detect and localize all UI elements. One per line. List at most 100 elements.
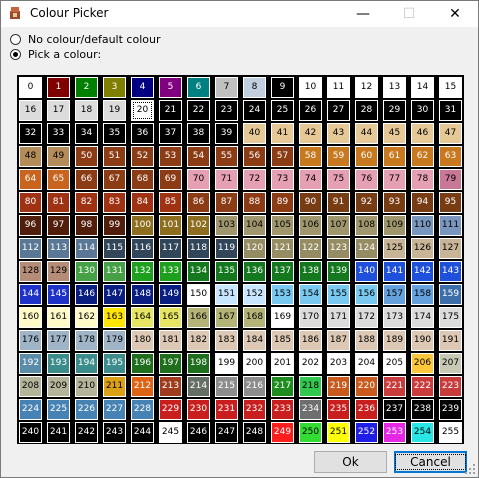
colour-swatch-83[interactable]: 83 [103, 192, 126, 213]
colour-swatch-1[interactable]: 1 [47, 77, 70, 98]
colour-swatch-8[interactable]: 8 [243, 77, 266, 98]
colour-swatch-89[interactable]: 89 [271, 192, 294, 213]
colour-swatch-92[interactable]: 92 [355, 192, 378, 213]
colour-swatch-81[interactable]: 81 [47, 192, 70, 213]
colour-swatch-141[interactable]: 141 [383, 261, 406, 282]
colour-swatch-238[interactable]: 238 [411, 399, 434, 420]
colour-swatch-80[interactable]: 80 [19, 192, 42, 213]
colour-swatch-218[interactable]: 218 [299, 376, 322, 397]
colour-swatch-36[interactable]: 36 [131, 123, 154, 144]
colour-swatch-49[interactable]: 49 [47, 146, 70, 167]
colour-swatch-75[interactable]: 75 [327, 169, 350, 190]
colour-swatch-45[interactable]: 45 [383, 123, 406, 144]
colour-swatch-50[interactable]: 50 [75, 146, 98, 167]
colour-swatch-148[interactable]: 148 [131, 284, 154, 305]
colour-swatch-239[interactable]: 239 [439, 399, 462, 420]
colour-swatch-35[interactable]: 35 [103, 123, 126, 144]
colour-swatch-154[interactable]: 154 [299, 284, 322, 305]
ok-button[interactable]: Ok [314, 451, 387, 473]
colour-swatch-84[interactable]: 84 [131, 192, 154, 213]
colour-swatch-200[interactable]: 200 [243, 353, 266, 374]
colour-swatch-48[interactable]: 48 [19, 146, 42, 167]
colour-swatch-34[interactable]: 34 [75, 123, 98, 144]
colour-swatch-101[interactable]: 101 [159, 215, 182, 236]
colour-swatch-44[interactable]: 44 [355, 123, 378, 144]
colour-swatch-136[interactable]: 136 [243, 261, 266, 282]
no-colour-radio[interactable] [10, 33, 21, 45]
colour-swatch-213[interactable]: 213 [159, 376, 182, 397]
colour-swatch-217[interactable]: 217 [271, 376, 294, 397]
colour-swatch-162[interactable]: 162 [75, 307, 98, 328]
colour-swatch-197[interactable]: 197 [159, 353, 182, 374]
colour-swatch-57[interactable]: 57 [271, 146, 294, 167]
colour-swatch-254[interactable]: 254 [411, 422, 434, 443]
colour-swatch-69[interactable]: 69 [159, 169, 182, 190]
colour-swatch-27[interactable]: 27 [327, 100, 350, 121]
colour-swatch-114[interactable]: 114 [75, 238, 98, 259]
colour-swatch-236[interactable]: 236 [355, 399, 378, 420]
colour-swatch-82[interactable]: 82 [75, 192, 98, 213]
colour-swatch-241[interactable]: 241 [47, 422, 70, 443]
colour-swatch-151[interactable]: 151 [215, 284, 238, 305]
colour-swatch-87[interactable]: 87 [215, 192, 238, 213]
colour-swatch-160[interactable]: 160 [19, 307, 42, 328]
colour-swatch-185[interactable]: 185 [271, 330, 294, 351]
colour-swatch-28[interactable]: 28 [355, 100, 378, 121]
colour-swatch-110[interactable]: 110 [411, 215, 434, 236]
colour-swatch-159[interactable]: 159 [439, 284, 462, 305]
colour-swatch-194[interactable]: 194 [75, 353, 98, 374]
colour-swatch-112[interactable]: 112 [19, 238, 42, 259]
colour-swatch-195[interactable]: 195 [103, 353, 126, 374]
colour-swatch-234[interactable]: 234 [299, 399, 322, 420]
colour-swatch-9[interactable]: 9 [271, 77, 294, 98]
colour-swatch-10[interactable]: 10 [299, 77, 322, 98]
colour-swatch-220[interactable]: 220 [355, 376, 378, 397]
colour-swatch-117[interactable]: 117 [159, 238, 182, 259]
colour-swatch-15[interactable]: 15 [439, 77, 462, 98]
colour-swatch-255[interactable]: 255 [439, 422, 462, 443]
colour-swatch-71[interactable]: 71 [215, 169, 238, 190]
colour-swatch-126[interactable]: 126 [411, 238, 434, 259]
colour-swatch-143[interactable]: 143 [439, 261, 462, 282]
colour-swatch-147[interactable]: 147 [103, 284, 126, 305]
colour-swatch-167[interactable]: 167 [215, 307, 238, 328]
colour-swatch-21[interactable]: 21 [159, 100, 182, 121]
colour-swatch-115[interactable]: 115 [103, 238, 126, 259]
colour-swatch-227[interactable]: 227 [103, 399, 126, 420]
colour-swatch-104[interactable]: 104 [243, 215, 266, 236]
colour-swatch-178[interactable]: 178 [75, 330, 98, 351]
colour-swatch-41[interactable]: 41 [271, 123, 294, 144]
colour-swatch-0[interactable]: 0 [19, 77, 42, 98]
colour-swatch-124[interactable]: 124 [355, 238, 378, 259]
colour-swatch-202[interactable]: 202 [299, 353, 322, 374]
colour-swatch-173[interactable]: 173 [383, 307, 406, 328]
colour-swatch-66[interactable]: 66 [75, 169, 98, 190]
colour-swatch-135[interactable]: 135 [215, 261, 238, 282]
colour-swatch-208[interactable]: 208 [19, 376, 42, 397]
colour-swatch-245[interactable]: 245 [159, 422, 182, 443]
colour-swatch-230[interactable]: 230 [187, 399, 210, 420]
colour-swatch-108[interactable]: 108 [355, 215, 378, 236]
colour-swatch-157[interactable]: 157 [383, 284, 406, 305]
colour-swatch-14[interactable]: 14 [411, 77, 434, 98]
colour-swatch-183[interactable]: 183 [215, 330, 238, 351]
colour-swatch-199[interactable]: 199 [215, 353, 238, 374]
colour-swatch-142[interactable]: 142 [411, 261, 434, 282]
colour-swatch-125[interactable]: 125 [383, 238, 406, 259]
colour-swatch-116[interactable]: 116 [131, 238, 154, 259]
colour-swatch-146[interactable]: 146 [75, 284, 98, 305]
colour-swatch-62[interactable]: 62 [411, 146, 434, 167]
colour-swatch-60[interactable]: 60 [355, 146, 378, 167]
colour-swatch-180[interactable]: 180 [131, 330, 154, 351]
colour-swatch-26[interactable]: 26 [299, 100, 322, 121]
colour-swatch-90[interactable]: 90 [299, 192, 322, 213]
maximize-button[interactable]: ☐ [386, 1, 432, 27]
colour-swatch-169[interactable]: 169 [271, 307, 294, 328]
colour-swatch-198[interactable]: 198 [187, 353, 210, 374]
colour-swatch-103[interactable]: 103 [215, 215, 238, 236]
colour-swatch-127[interactable]: 127 [439, 238, 462, 259]
resize-grip-icon[interactable] [464, 463, 476, 475]
colour-swatch-78[interactable]: 78 [411, 169, 434, 190]
colour-swatch-140[interactable]: 140 [355, 261, 378, 282]
cancel-button[interactable]: Cancel [394, 451, 467, 473]
